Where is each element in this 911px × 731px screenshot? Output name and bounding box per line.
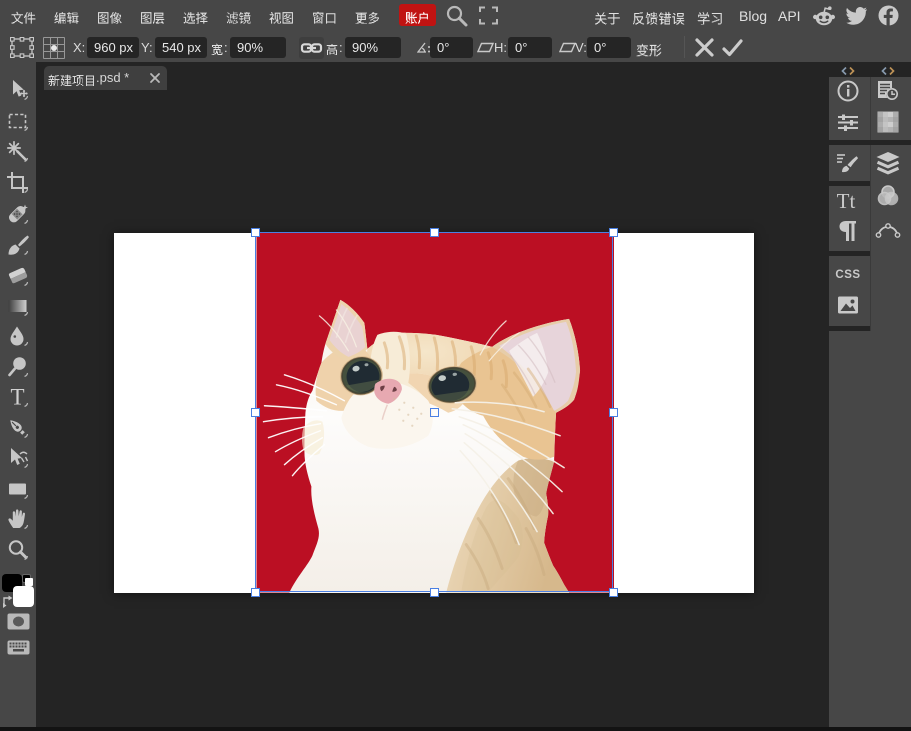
svg-text:Tt: Tt — [837, 189, 856, 213]
svg-text:CSS: CSS — [835, 269, 860, 281]
svg-text:T: T — [10, 385, 24, 409]
